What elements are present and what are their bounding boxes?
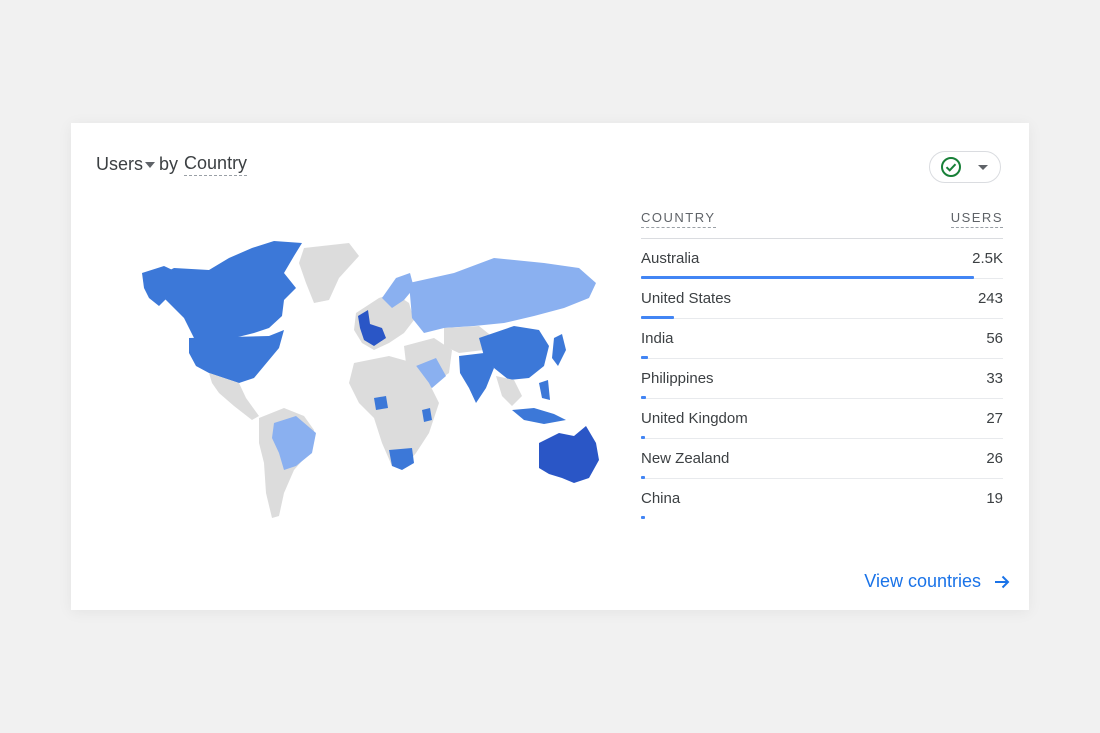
metric-selector[interactable]: Users: [96, 154, 159, 175]
table-row[interactable]: India 56: [641, 319, 1003, 359]
country-name: Australia: [641, 250, 700, 267]
map-region-scandinavia[interactable]: [382, 273, 414, 308]
user-count: 27: [986, 410, 1003, 427]
users-by-country-card: Users by Country COUNTRY USERS Australia…: [71, 123, 1029, 610]
country-name: China: [641, 490, 681, 507]
map-region-se-asia[interactable]: [496, 376, 522, 406]
user-count: 243: [977, 290, 1003, 307]
map-region-canada[interactable]: [154, 241, 302, 338]
caret-down-icon: [145, 161, 156, 168]
map-region-australia[interactable]: [539, 426, 599, 483]
status-menu-button[interactable]: [929, 151, 1001, 183]
column-header-country[interactable]: COUNTRY: [641, 210, 716, 228]
country-name: India: [641, 330, 674, 347]
column-header-users[interactable]: USERS: [950, 210, 1003, 228]
arrow-right-icon: [995, 575, 1010, 588]
map-region-japan[interactable]: [552, 334, 566, 366]
table-row[interactable]: United States 243: [641, 279, 1003, 319]
user-count: 33: [986, 370, 1003, 387]
table-row[interactable]: China 19: [641, 479, 1003, 519]
user-count: 26: [986, 450, 1003, 467]
map-region-usa[interactable]: [189, 330, 284, 383]
table-header: COUNTRY USERS: [641, 208, 1003, 239]
table-row[interactable]: United Kingdom 27: [641, 399, 1003, 439]
map-region-russia[interactable]: [409, 258, 596, 333]
world-map: [142, 241, 599, 518]
country-name: New Zealand: [641, 450, 730, 467]
view-countries-link[interactable]: View countries: [864, 571, 1011, 592]
map-region-nigeria[interactable]: [374, 396, 388, 410]
map-region-philippines[interactable]: [539, 380, 550, 400]
table-row[interactable]: New Zealand 26: [641, 439, 1003, 479]
share-bar: [641, 516, 645, 519]
map-region-greenland[interactable]: [299, 243, 359, 303]
country-name: Philippines: [641, 370, 714, 387]
table-row[interactable]: Australia 2.5K: [641, 239, 1003, 279]
dimension-selector[interactable]: Country: [184, 153, 248, 176]
user-count: 19: [986, 490, 1003, 507]
card-title: Users by Country: [96, 153, 248, 176]
country-name: United Kingdom: [641, 410, 748, 427]
table-row[interactable]: Philippines 33: [641, 359, 1003, 399]
map-region-indonesia[interactable]: [512, 408, 566, 424]
metric-label: Users: [96, 154, 144, 174]
dropdown-arrow-icon: [978, 164, 988, 170]
country-table: COUNTRY USERS Australia 2.5K United Stat…: [641, 208, 1003, 519]
map-region-south-africa[interactable]: [389, 448, 414, 470]
user-count: 2.5K: [972, 250, 1003, 267]
country-name: United States: [641, 290, 732, 307]
user-count: 56: [986, 330, 1003, 347]
view-countries-label: View countries: [864, 571, 981, 591]
table-body: Australia 2.5K United States 243 India 5…: [641, 239, 1003, 519]
map-region-india[interactable]: [459, 353, 494, 403]
by-label: by: [159, 154, 179, 174]
check-circle-icon: [941, 157, 961, 177]
